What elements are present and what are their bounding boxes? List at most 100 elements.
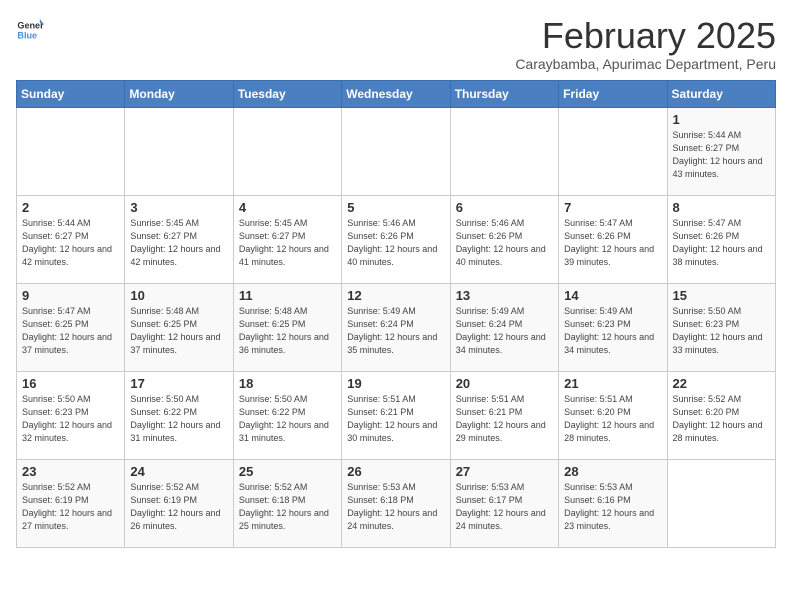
day-number: 4: [239, 200, 336, 215]
day-info: Sunrise: 5:52 AM Sunset: 6:19 PM Dayligh…: [130, 481, 227, 533]
page-header: General Blue February 2025 Caraybamba, A…: [16, 16, 776, 72]
day-number: 28: [564, 464, 661, 479]
logo-icon: General Blue: [16, 16, 44, 44]
week-row-4: 16 Sunrise: 5:50 AM Sunset: 6:23 PM Dayli…: [17, 371, 776, 459]
day-number: 9: [22, 288, 119, 303]
day-info: Sunrise: 5:50 AM Sunset: 6:22 PM Dayligh…: [130, 393, 227, 445]
week-row-2: 2 Sunrise: 5:44 AM Sunset: 6:27 PM Daylig…: [17, 195, 776, 283]
day-info: Sunrise: 5:49 AM Sunset: 6:24 PM Dayligh…: [347, 305, 444, 357]
weekday-friday: Friday: [559, 80, 667, 107]
calendar-cell: 7 Sunrise: 5:47 AM Sunset: 6:26 PM Daylig…: [559, 195, 667, 283]
day-info: Sunrise: 5:48 AM Sunset: 6:25 PM Dayligh…: [239, 305, 336, 357]
week-row-3: 9 Sunrise: 5:47 AM Sunset: 6:25 PM Daylig…: [17, 283, 776, 371]
day-number: 18: [239, 376, 336, 391]
calendar-cell: [559, 107, 667, 195]
day-info: Sunrise: 5:46 AM Sunset: 6:26 PM Dayligh…: [347, 217, 444, 269]
day-info: Sunrise: 5:50 AM Sunset: 6:23 PM Dayligh…: [673, 305, 770, 357]
day-info: Sunrise: 5:44 AM Sunset: 6:27 PM Dayligh…: [22, 217, 119, 269]
day-number: 11: [239, 288, 336, 303]
weekday-sunday: Sunday: [17, 80, 125, 107]
day-number: 23: [22, 464, 119, 479]
calendar-cell: 9 Sunrise: 5:47 AM Sunset: 6:25 PM Daylig…: [17, 283, 125, 371]
calendar-cell: 2 Sunrise: 5:44 AM Sunset: 6:27 PM Daylig…: [17, 195, 125, 283]
calendar-cell: 12 Sunrise: 5:49 AM Sunset: 6:24 PM Dayli…: [342, 283, 450, 371]
day-number: 21: [564, 376, 661, 391]
calendar-cell: [342, 107, 450, 195]
day-info: Sunrise: 5:53 AM Sunset: 6:17 PM Dayligh…: [456, 481, 553, 533]
day-info: Sunrise: 5:53 AM Sunset: 6:16 PM Dayligh…: [564, 481, 661, 533]
calendar-cell: 14 Sunrise: 5:49 AM Sunset: 6:23 PM Dayli…: [559, 283, 667, 371]
calendar-cell: 3Sunrise: 5:45 AM Sunset: 6:27 PM Daylig…: [125, 195, 233, 283]
weekday-header-row: SundayMondayTuesdayWednesdayThursdayFrid…: [17, 80, 776, 107]
day-number: 17: [130, 376, 227, 391]
day-info: Sunrise: 5:46 AM Sunset: 6:26 PM Dayligh…: [456, 217, 553, 269]
calendar-cell: 13 Sunrise: 5:49 AM Sunset: 6:24 PM Dayli…: [450, 283, 558, 371]
week-row-5: 23 Sunrise: 5:52 AM Sunset: 6:19 PM Dayli…: [17, 459, 776, 547]
day-number: 7: [564, 200, 661, 215]
day-number: 12: [347, 288, 444, 303]
week-row-1: 1 Sunrise: 5:44 AM Sunset: 6:27 PM Daylig…: [17, 107, 776, 195]
day-info: Sunrise: 5:53 AM Sunset: 6:18 PM Dayligh…: [347, 481, 444, 533]
day-info: Sunrise: 5:51 AM Sunset: 6:20 PM Dayligh…: [564, 393, 661, 445]
day-info: Sunrise: 5:52 AM Sunset: 6:20 PM Dayligh…: [673, 393, 770, 445]
day-info: Sunrise: 5:50 AM Sunset: 6:23 PM Dayligh…: [22, 393, 119, 445]
day-number: 20: [456, 376, 553, 391]
calendar-cell: 25 Sunrise: 5:52 AM Sunset: 6:18 PM Dayli…: [233, 459, 341, 547]
calendar-cell: 19Sunrise: 5:51 AM Sunset: 6:21 PM Dayli…: [342, 371, 450, 459]
calendar-title: February 2025: [515, 16, 776, 56]
calendar-body: 1 Sunrise: 5:44 AM Sunset: 6:27 PM Daylig…: [17, 107, 776, 547]
day-info: Sunrise: 5:49 AM Sunset: 6:24 PM Dayligh…: [456, 305, 553, 357]
weekday-thursday: Thursday: [450, 80, 558, 107]
calendar-cell: [17, 107, 125, 195]
day-number: 2: [22, 200, 119, 215]
calendar-cell: 20 Sunrise: 5:51 AM Sunset: 6:21 PM Dayli…: [450, 371, 558, 459]
day-info: Sunrise: 5:44 AM Sunset: 6:27 PM Dayligh…: [673, 129, 770, 181]
day-info: Sunrise: 5:47 AM Sunset: 6:26 PM Dayligh…: [564, 217, 661, 269]
day-number: 25: [239, 464, 336, 479]
calendar-cell: 22 Sunrise: 5:52 AM Sunset: 6:20 PM Dayli…: [667, 371, 775, 459]
day-number: 13: [456, 288, 553, 303]
svg-text:Blue: Blue: [17, 30, 37, 40]
calendar-cell: 8 Sunrise: 5:47 AM Sunset: 6:26 PM Daylig…: [667, 195, 775, 283]
day-info: Sunrise: 5:48 AM Sunset: 6:25 PM Dayligh…: [130, 305, 227, 357]
calendar-cell: 15 Sunrise: 5:50 AM Sunset: 6:23 PM Dayli…: [667, 283, 775, 371]
day-number: 8: [673, 200, 770, 215]
calendar-cell: 21 Sunrise: 5:51 AM Sunset: 6:20 PM Dayli…: [559, 371, 667, 459]
day-number: 1: [673, 112, 770, 127]
weekday-saturday: Saturday: [667, 80, 775, 107]
calendar-cell: 1 Sunrise: 5:44 AM Sunset: 6:27 PM Daylig…: [667, 107, 775, 195]
day-number: 6: [456, 200, 553, 215]
title-area: February 2025 Caraybamba, Apurimac Depar…: [515, 16, 776, 72]
calendar-cell: 5Sunrise: 5:46 AM Sunset: 6:26 PM Daylig…: [342, 195, 450, 283]
calendar-cell: 17 Sunrise: 5:50 AM Sunset: 6:22 PM Dayli…: [125, 371, 233, 459]
calendar-cell: 24Sunrise: 5:52 AM Sunset: 6:19 PM Dayli…: [125, 459, 233, 547]
day-info: Sunrise: 5:47 AM Sunset: 6:25 PM Dayligh…: [22, 305, 119, 357]
weekday-monday: Monday: [125, 80, 233, 107]
day-info: Sunrise: 5:50 AM Sunset: 6:22 PM Dayligh…: [239, 393, 336, 445]
calendar-cell: 18 Sunrise: 5:50 AM Sunset: 6:22 PM Dayli…: [233, 371, 341, 459]
calendar-table: SundayMondayTuesdayWednesdayThursdayFrid…: [16, 80, 776, 548]
day-number: 15: [673, 288, 770, 303]
calendar-cell: 27 Sunrise: 5:53 AM Sunset: 6:17 PM Dayli…: [450, 459, 558, 547]
day-number: 22: [673, 376, 770, 391]
day-info: Sunrise: 5:47 AM Sunset: 6:26 PM Dayligh…: [673, 217, 770, 269]
weekday-tuesday: Tuesday: [233, 80, 341, 107]
calendar-cell: 23Sunrise: 5:52 AM Sunset: 6:19 PM Dayli…: [17, 459, 125, 547]
day-info: Sunrise: 5:51 AM Sunset: 6:21 PM Dayligh…: [347, 393, 444, 445]
day-number: 27: [456, 464, 553, 479]
weekday-wednesday: Wednesday: [342, 80, 450, 107]
day-number: 14: [564, 288, 661, 303]
logo: General Blue: [16, 16, 44, 44]
day-number: 16: [22, 376, 119, 391]
calendar-cell: 6 Sunrise: 5:46 AM Sunset: 6:26 PM Daylig…: [450, 195, 558, 283]
calendar-cell: [450, 107, 558, 195]
day-number: 10: [130, 288, 227, 303]
calendar-cell: 11 Sunrise: 5:48 AM Sunset: 6:25 PM Dayli…: [233, 283, 341, 371]
calendar-cell: 10 Sunrise: 5:48 AM Sunset: 6:25 PM Dayli…: [125, 283, 233, 371]
day-info: Sunrise: 5:51 AM Sunset: 6:21 PM Dayligh…: [456, 393, 553, 445]
day-number: 3: [130, 200, 227, 215]
day-info: Sunrise: 5:52 AM Sunset: 6:18 PM Dayligh…: [239, 481, 336, 533]
day-info: Sunrise: 5:49 AM Sunset: 6:23 PM Dayligh…: [564, 305, 661, 357]
calendar-cell: 26Sunrise: 5:53 AM Sunset: 6:18 PM Dayli…: [342, 459, 450, 547]
day-info: Sunrise: 5:45 AM Sunset: 6:27 PM Dayligh…: [239, 217, 336, 269]
